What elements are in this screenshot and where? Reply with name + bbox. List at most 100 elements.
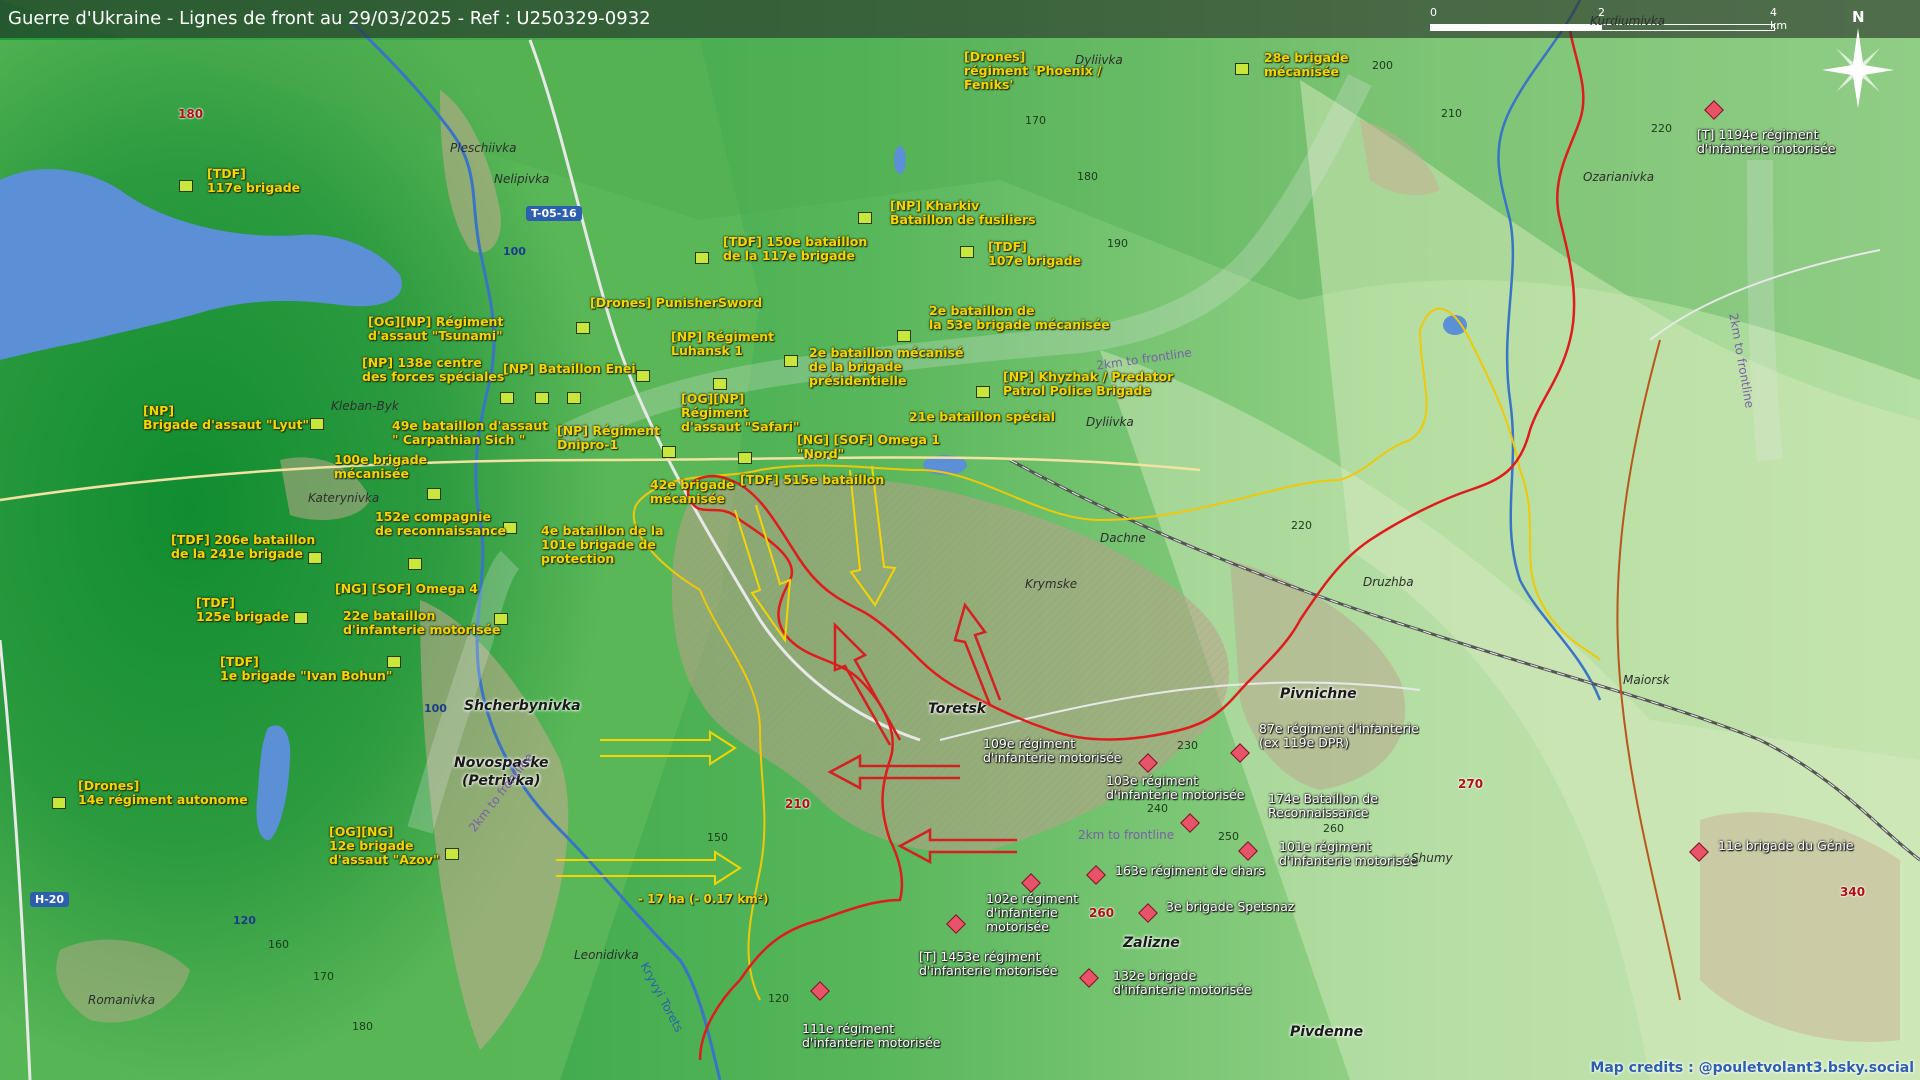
- ua-unit-label[interactable]: 21e bataillon spécial: [909, 410, 1055, 424]
- ua-unit-label[interactable]: [TDF] 206e bataillon de la 241e brigade: [171, 533, 315, 561]
- ua-unit-label[interactable]: [TDF] 125e brigade: [196, 596, 289, 624]
- ua-unit-label[interactable]: [NP] Kharkiv Bataillon de fusiliers: [890, 199, 1036, 227]
- ua-unit-label[interactable]: [NP] Régiment Luhansk 1: [671, 330, 774, 358]
- ua-unit-symbol[interactable]: [858, 212, 872, 224]
- ua-unit-label[interactable]: [NP] 138e centre des forces spéciales: [362, 356, 504, 384]
- ua-unit-label[interactable]: 2e bataillon mécanisé de la brigade prés…: [809, 346, 963, 388]
- ua-unit-symbol[interactable]: [310, 418, 324, 430]
- elevation-label: 120: [768, 992, 789, 1005]
- compass-rose-icon: N: [1808, 8, 1908, 118]
- ua-unit-label[interactable]: 100e brigade mécanisée: [334, 453, 427, 481]
- ua-unit-symbol[interactable]: [294, 612, 308, 624]
- place-label: Dachne: [1100, 531, 1146, 545]
- ua-unit-symbol[interactable]: [576, 322, 590, 334]
- elevation-label: 240: [1147, 802, 1168, 815]
- place-label: Leonidivka: [574, 948, 639, 962]
- ua-unit-symbol[interactable]: [445, 848, 459, 860]
- ua-unit-symbol[interactable]: [960, 246, 974, 258]
- place-label: Krymske: [1025, 577, 1078, 591]
- ua-unit-symbol[interactable]: [897, 330, 911, 342]
- ua-unit-label[interactable]: [TDF] 1e brigade "Ivan Bohun": [220, 655, 392, 683]
- ua-unit-label[interactable]: [OG][NP] Régiment d'assaut "Safari": [681, 392, 800, 434]
- place-label: Toretsk: [928, 701, 987, 717]
- elevation-label: 180: [352, 1020, 373, 1033]
- ua-unit-symbol[interactable]: [713, 378, 727, 390]
- ua-unit-symbol[interactable]: [567, 392, 581, 404]
- ru-unit-label[interactable]: 3e brigade Spetsnaz: [1166, 900, 1294, 914]
- place-label: Katerynivka: [308, 491, 380, 505]
- place-label: Maiorsk: [1623, 673, 1670, 687]
- ru-unit-label[interactable]: 132e brigade d'infanterie motorisée: [1113, 969, 1252, 997]
- ru-unit-label[interactable]: 102e régiment d'infanterie motorisée: [986, 892, 1078, 934]
- ua-unit-label[interactable]: [NP] Régiment Dnipro-1: [557, 424, 660, 452]
- elevation-label: 210: [785, 797, 811, 811]
- ua-unit-symbol[interactable]: [738, 452, 752, 464]
- ua-unit-label[interactable]: [OG][NP] Régiment d'assaut "Tsunami": [368, 315, 503, 343]
- ua-unit-symbol[interactable]: [695, 252, 709, 264]
- ua-unit-label[interactable]: 49e bataillon d'assaut " Carpathian Sich…: [392, 419, 548, 447]
- ua-unit-label[interactable]: [Drones] PunisherSword: [590, 296, 762, 310]
- ru-unit-label[interactable]: 103e régiment d'infanterie motorisée: [1106, 774, 1245, 802]
- ua-unit-label[interactable]: 2e bataillon de la 53e brigade mécanisée: [929, 304, 1110, 332]
- ru-unit-label[interactable]: 101e régiment d'infanterie motorisée: [1279, 840, 1418, 868]
- elevation-label: 340: [1840, 885, 1866, 899]
- elevation-label: 220: [1651, 122, 1672, 135]
- compass-north-label: N: [1852, 8, 1865, 26]
- ua-unit-label[interactable]: [TDF] 150e bataillon de la 117e brigade: [723, 235, 867, 263]
- ru-unit-label[interactable]: 111e régiment d'infanterie motorisée: [802, 1022, 941, 1050]
- elevation-label: 210: [1441, 107, 1462, 120]
- elevation-label: 230: [1177, 739, 1198, 752]
- map-credits[interactable]: Map credits : @pouletvolant3.bsky.social: [1590, 1060, 1914, 1076]
- ua-unit-label[interactable]: [OG][NG] 12e brigade d'assaut "Azov": [329, 825, 439, 867]
- ua-unit-label[interactable]: 152e compagnie de reconnaissance: [375, 510, 506, 538]
- ua-unit-label[interactable]: 42e brigade mécanisée: [650, 478, 734, 506]
- ua-unit-symbol[interactable]: [179, 180, 193, 192]
- ua-unit-label[interactable]: [NP] Brigade d'assaut "Lyut": [143, 404, 309, 432]
- map-title: Guerre d'Ukraine - Lignes de front au 29…: [8, 8, 651, 29]
- ua-unit-symbol[interactable]: [408, 558, 422, 570]
- ua-unit-symbol[interactable]: [636, 370, 650, 382]
- ru-unit-label[interactable]: [T] 1453e régiment d'infanterie motorisé…: [919, 950, 1058, 978]
- elevation-label: 180: [178, 107, 204, 121]
- ua-unit-symbol[interactable]: [52, 797, 66, 809]
- front-line-map[interactable]: Guerre d'Ukraine - Lignes de front au 29…: [0, 0, 1920, 1080]
- road-label: 100: [424, 702, 447, 715]
- ua-unit-symbol[interactable]: [535, 392, 549, 404]
- place-label: Pivdenne: [1290, 1024, 1364, 1040]
- ua-unit-label[interactable]: 28e brigade mécanisée: [1264, 51, 1348, 79]
- ua-unit-label[interactable]: [NP] Bataillon Enei: [503, 362, 636, 376]
- ua-unit-label[interactable]: [TDF] 117e brigade: [207, 167, 300, 195]
- elevation-label: 200: [1372, 59, 1393, 72]
- ua-unit-label[interactable]: 22e bataillon d'infanterie motorisée: [343, 609, 500, 637]
- elevation-label: 180: [1077, 170, 1098, 183]
- ru-unit-label[interactable]: [T] 1194e régiment d'infanterie motorisé…: [1697, 128, 1836, 156]
- ru-unit-label[interactable]: 174e Bataillon de Reconnaissance: [1268, 792, 1378, 820]
- area-change-note: - 17 ha (- 0.17 km²): [638, 892, 769, 906]
- ua-unit-label[interactable]: [TDF] 515e bataillon: [740, 473, 884, 487]
- ru-unit-label[interactable]: 11e brigade du Génie: [1718, 839, 1854, 853]
- place-label: Dyliivka: [1086, 415, 1134, 429]
- elevation-label: 170: [1025, 114, 1046, 127]
- ua-unit-label[interactable]: [NG] [SOF] Omega 4: [335, 582, 478, 596]
- ua-unit-symbol[interactable]: [662, 446, 676, 458]
- ru-unit-label[interactable]: 163e régiment de chars: [1115, 864, 1265, 878]
- place-label: Kleban-Byk: [331, 399, 399, 413]
- ua-unit-label[interactable]: [NP] Khyzhak / Predator Patrol Police Br…: [1003, 370, 1173, 398]
- ua-unit-symbol[interactable]: [1235, 63, 1249, 75]
- ua-unit-symbol[interactable]: [784, 355, 798, 367]
- ru-unit-label[interactable]: 87e régiment d'infanterie (ex 119e DPR): [1259, 722, 1419, 750]
- ua-unit-label[interactable]: [NG] [SOF] Omega 1 "Nord": [797, 433, 940, 461]
- place-label: Shcherbynivka: [464, 698, 581, 714]
- ua-unit-label[interactable]: [Drones] 14e régiment autonome: [78, 779, 248, 807]
- place-label: Nelipivka: [494, 172, 550, 186]
- ua-unit-label[interactable]: [TDF] 107e brigade: [988, 240, 1081, 268]
- ua-unit-label[interactable]: 4e bataillon de la 101e brigade de prote…: [541, 524, 664, 566]
- road-label-t0516: T-05-16: [526, 206, 582, 221]
- scale-label-zero: 0: [1430, 6, 1437, 19]
- ua-unit-symbol[interactable]: [500, 392, 514, 404]
- ua-unit-symbol[interactable]: [976, 386, 990, 398]
- ua-unit-symbol[interactable]: [427, 488, 441, 500]
- scale-half: [1430, 24, 1602, 31]
- ru-unit-label[interactable]: 109e régiment d'infanterie motorisée: [983, 737, 1122, 765]
- elevation-label: 220: [1291, 519, 1312, 532]
